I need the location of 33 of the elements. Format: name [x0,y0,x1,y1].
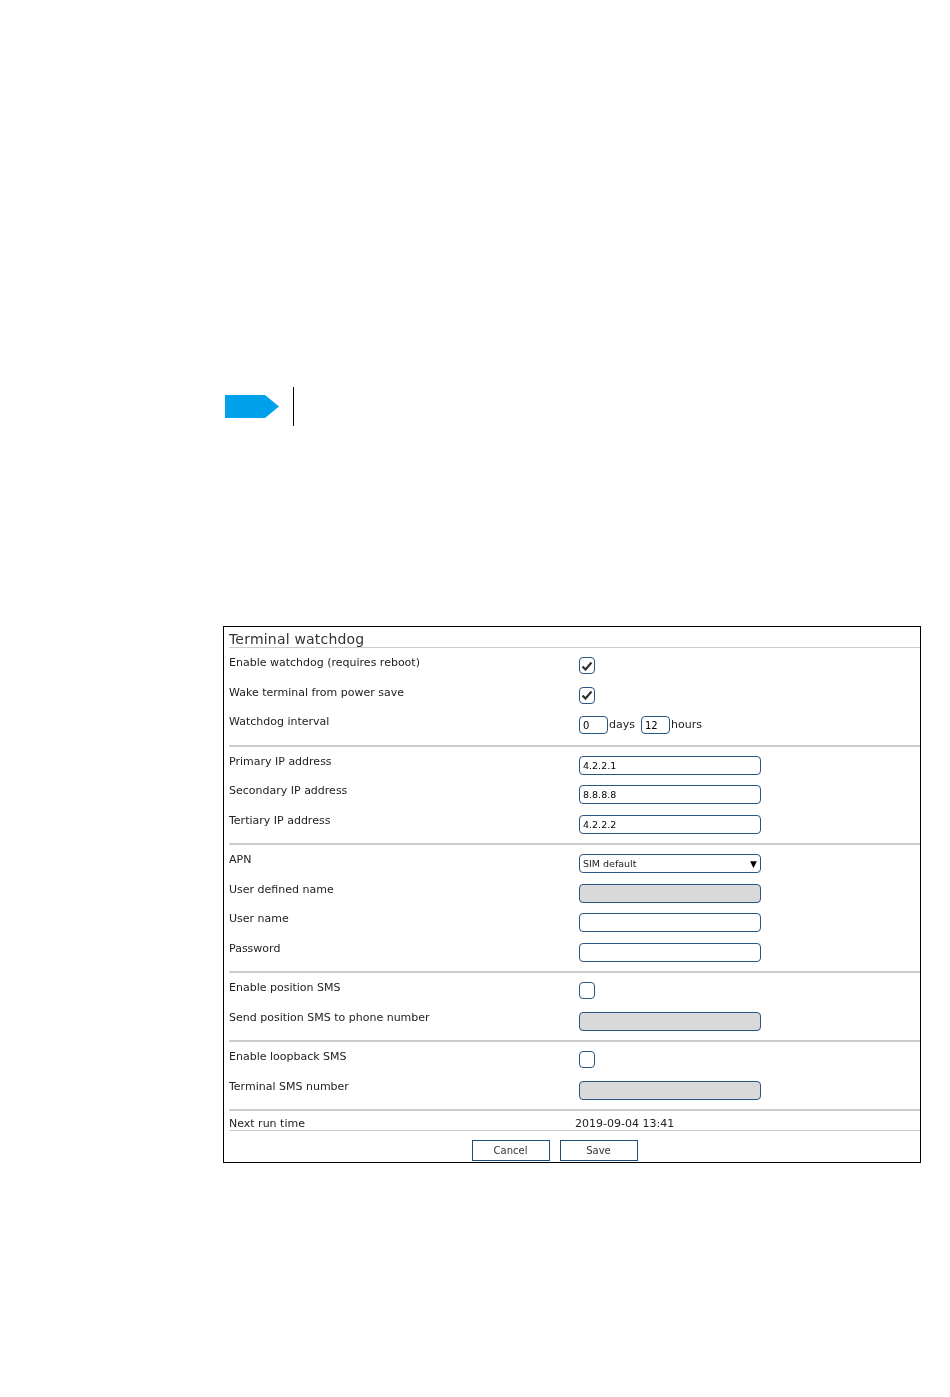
form-button[interactable]: Cancel [471,1140,550,1161]
field-label: Watchdog interval [229,714,331,730]
input-field[interactable] [579,913,761,932]
days-field[interactable]: 0 [579,716,608,734]
panel-title: Terminal watchdog [229,627,920,648]
field-label: Enable loopback SMS [229,1049,348,1065]
input-field[interactable]: 4.2.2.2 [579,814,761,834]
field-label: Terminal SMS number [229,1078,350,1095]
checkbox[interactable] [579,686,595,704]
unit-label: days [608,717,636,731]
field-label: Tertiary IP address [229,812,332,829]
checkbox[interactable] [579,657,595,674]
field-label: Enable position SMS [229,980,342,996]
input-field[interactable] [579,942,761,962]
input-field[interactable]: 8.8.8.8 [579,785,761,804]
checkbox[interactable] [579,1051,595,1068]
dropdown[interactable]: SIM default ▼ [579,854,761,873]
field-label: APN [229,852,253,868]
next-run-value: 2019-09-04 13:41 [575,1117,675,1130]
field-label: Primary IP address [229,753,333,770]
field-label: Send position SMS to phone number [229,1009,431,1026]
field-label: User defined name [229,881,335,898]
note-arrow-icon [225,395,279,418]
field-label: User name [229,911,290,927]
form-button[interactable]: Save [559,1140,638,1161]
checkbox[interactable] [579,982,595,999]
hours-field[interactable]: 12 [640,716,670,734]
unit-label: hours [669,717,703,731]
field-label: Wake terminal from power save [229,684,405,701]
field-label: Secondary IP address [229,783,349,799]
field-label: Enable watchdog (requires reboot) [229,655,421,671]
input-field[interactable]: 4.2.2.1 [579,755,761,775]
field-label: Password [229,940,282,957]
